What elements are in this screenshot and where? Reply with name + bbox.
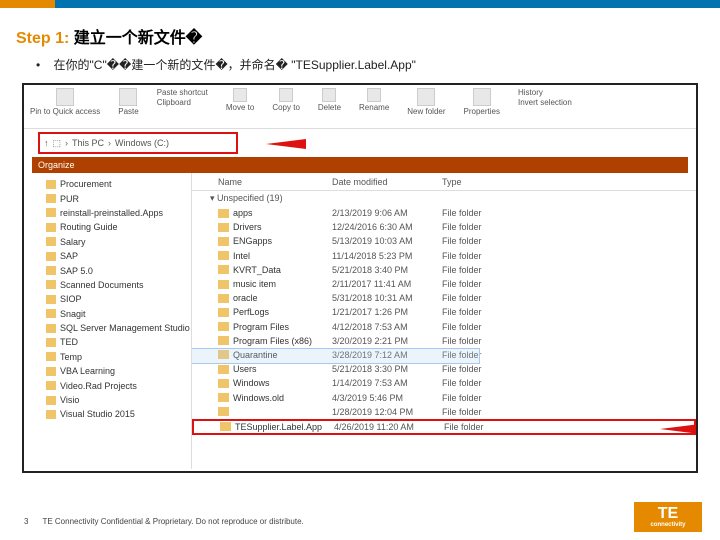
folder-icon [218,365,229,374]
step-title: Step 1: 建立一个新文件� [0,8,720,54]
accent-bar [0,0,720,8]
tree-item[interactable]: Visio [46,393,191,407]
rib-select[interactable]: Invert selection [518,98,572,107]
tree-item[interactable]: Video.Rad Projects [46,378,191,392]
folder-icon [46,194,56,203]
tree-item[interactable]: Salary [46,235,191,249]
folder-icon [218,265,229,274]
file-row[interactable]: Quarantine3/28/2019 7:12 AMFile folder [192,348,696,362]
file-row[interactable]: Windows1/14/2019 7:53 AMFile folder [192,376,696,390]
folder-icon [46,367,56,376]
tree-item[interactable]: SAP 5.0 [46,263,191,277]
folder-icon [218,223,229,232]
rib-props[interactable]: Properties [464,88,500,125]
tree-item[interactable]: Visual Studio 2015 [46,407,191,421]
file-row[interactable]: Drivers12/24/2016 6:30 AMFile folder [192,220,696,234]
folder-icon [218,322,229,331]
file-row[interactable]: Intel11/14/2018 5:23 PMFile folder [192,249,696,263]
folder-icon [46,180,56,189]
folder-icon [218,336,229,345]
folder-icon [220,422,231,431]
folder-icon [218,294,229,303]
file-row[interactable]: KVRT_Data5/21/2018 3:40 PMFile folder [192,263,696,277]
file-row[interactable]: PerfLogs1/21/2017 1:26 PMFile folder [192,305,696,319]
rib-clipboard: Clipboard [157,98,208,107]
file-row[interactable]: TESupplier.Label.App4/26/2019 11:20 AMFi… [192,419,696,435]
rib-copy[interactable]: Copy to [272,88,300,125]
folder-icon [218,209,229,218]
file-row[interactable]: Windows.old4/3/2019 5:46 PMFile folder [192,390,696,404]
file-row[interactable]: 1/28/2019 12:04 PMFile folder [192,405,696,419]
tree-item[interactable]: Temp [46,350,191,364]
organize-bar[interactable]: Organize [32,157,688,173]
folder-icon [46,381,56,390]
tree-item[interactable]: SIOP [46,292,191,306]
folder-icon [46,338,56,347]
tree-item[interactable]: SQL Server Management Studio [46,321,191,335]
folder-icon [218,350,229,359]
file-row[interactable]: Users5/21/2018 3:30 PMFile folder [192,362,696,376]
file-row[interactable]: music item2/11/2017 11:41 AMFile folder [192,277,696,291]
rib-move[interactable]: Move to [226,88,254,125]
footer: 3 TE Connectivity Confidential & Proprie… [24,517,304,526]
folder-icon [218,393,229,402]
folder-icon [218,308,229,317]
tree-item[interactable]: PUR [46,191,191,205]
tree-item[interactable]: reinstall-preinstalled.Apps [46,206,191,220]
folder-icon [218,379,229,388]
te-logo: TE connectivity [634,502,702,532]
ribbon: Pin to Quick access Paste Paste shortcut… [24,85,696,129]
file-row[interactable]: apps2/13/2019 9:06 AMFile folder [192,206,696,220]
folder-icon [218,407,229,416]
step-prefix: Step 1: [16,30,69,47]
rib-pin[interactable]: Pin to Quick access [30,88,100,125]
tree-item[interactable]: Routing Guide [46,220,191,234]
page-number: 3 [24,517,28,526]
folder-icon [46,208,56,217]
folder-icon [218,237,229,246]
folder-tree[interactable]: ProcurementPURreinstall-preinstalled.App… [24,173,192,469]
tree-item[interactable]: SAP [46,249,191,263]
file-row[interactable]: ENGapps5/13/2019 10:03 AMFile folder [192,234,696,248]
folder-icon [46,266,56,275]
folder-icon [218,251,229,260]
tree-item[interactable]: Procurement [46,177,191,191]
file-row[interactable]: Program Files4/12/2018 7:53 AMFile folde… [192,320,696,334]
rib-paste[interactable]: Paste [118,88,138,125]
folder-icon [46,223,56,232]
rib-new[interactable]: New folder [407,88,445,125]
tree-item[interactable]: Scanned Documents [46,278,191,292]
tree-item[interactable]: TED [46,335,191,349]
rib-delete[interactable]: Delete [318,88,341,125]
legal-text: TE Connectivity Confidential & Proprieta… [42,517,303,526]
tree-item[interactable]: VBA Learning [46,364,191,378]
folder-icon [46,237,56,246]
rib-history[interactable]: History [518,88,572,97]
folder-icon [46,280,56,289]
rib-shortcut[interactable]: Paste shortcut [157,88,208,97]
folder-icon [46,252,56,261]
instruction-line: • 在你的"C"��建一个新的文件�，并命名� "TESupplier.Labe… [0,54,720,83]
tree-item[interactable]: Snagit [46,307,191,321]
folder-icon [46,396,56,405]
file-row[interactable]: Program Files (x86)3/20/2019 2:21 PMFile… [192,334,696,348]
folder-icon [46,410,56,419]
folder-icon [46,352,56,361]
folder-icon [46,295,56,304]
rib-rename[interactable]: Rename [359,88,389,125]
file-list: Name Date modified Type ▾ Unspecified (1… [192,173,696,469]
address-bar[interactable]: ↑⬚ › This PC › Windows (C:) [38,132,238,154]
file-row[interactable]: oracle5/31/2018 10:31 AMFile folder [192,291,696,305]
folder-icon [218,280,229,289]
step-text: 建立一个新文件� [69,30,202,47]
folder-icon [46,324,56,333]
folder-icon [46,309,56,318]
group-unspecified[interactable]: ▾ Unspecified (19) [192,191,696,206]
screenshot-frame: Pin to Quick access Paste Paste shortcut… [22,83,698,473]
list-header[interactable]: Name Date modified Type [192,173,696,191]
